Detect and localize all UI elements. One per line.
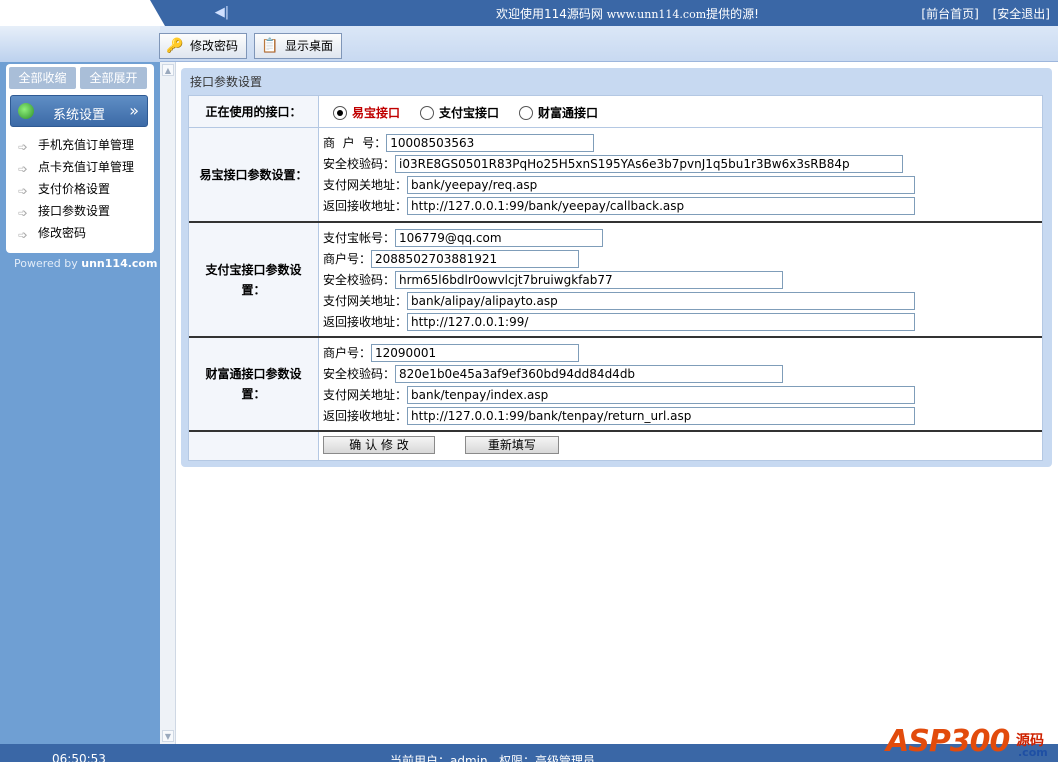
yeepay-gateway-input[interactable] — [407, 175, 916, 194]
tenpay-gateway-input[interactable] — [407, 385, 916, 404]
field-label: 返回接收地址： — [323, 315, 408, 329]
sidebar-toggle-icon[interactable]: ◀| — [212, 4, 232, 22]
tab-label: 修改密码 — [190, 39, 239, 53]
radio-yeepay[interactable]: 易宝接口 — [333, 104, 400, 121]
system-settings-header[interactable]: 系统设置 » — [10, 95, 148, 127]
home-link[interactable]: [前台首页] — [921, 7, 978, 21]
field-label: 商户号： — [323, 252, 372, 266]
vertical-scrollbar[interactable]: ▲ ▼ — [160, 62, 176, 744]
alipay-settings-row: 支付宝接口参数设置： 支付宝帐号： 商户号： 安全校验码： 支付网关地址： 返回… — [189, 221, 1042, 336]
reset-button[interactable]: 重新填写 — [464, 436, 559, 454]
tenpay-merchant-input[interactable] — [371, 343, 580, 362]
alipay-merchant-input[interactable] — [371, 249, 580, 268]
double-chevron-icon: » — [129, 101, 139, 120]
collapse-all-button[interactable]: 全部收缩 — [9, 67, 76, 89]
alipay-callback-input[interactable] — [407, 312, 916, 331]
logout-link[interactable]: [安全退出] — [993, 7, 1050, 21]
arrow-icon: ➩ — [18, 228, 29, 242]
yeepay-callback-input[interactable] — [407, 196, 916, 215]
clock: 06:50:53 — [52, 752, 106, 762]
radio-dot — [519, 105, 534, 120]
current-user-info: 当前用户：admin 权限：高级管理员 — [390, 754, 596, 762]
watermark-brand: ASP300 — [886, 724, 1010, 759]
logo-area — [0, 0, 165, 26]
field-label: 支付网关地址： — [323, 294, 408, 308]
yeepay-section-label: 易宝接口参数设置： — [189, 128, 319, 221]
tenpay-callback-input[interactable] — [407, 406, 916, 425]
sidebar-item-interface-settings[interactable]: ➩ 接口参数设置 — [18, 202, 110, 220]
sidebar-item-card-orders[interactable]: ➩ 点卡充值订单管理 — [18, 158, 134, 176]
active-interface-label: 正在使用的接口： — [189, 96, 319, 127]
yeepay-merchant-input[interactable] — [386, 133, 595, 152]
sidebar-item-label: 支付价格设置 — [38, 182, 111, 196]
globe-icon — [18, 103, 34, 119]
field-label: 安全校验码： — [323, 273, 396, 287]
sidebar-item-price-settings[interactable]: ➩ 支付价格设置 — [18, 180, 110, 198]
sidebar-item-label: 点卡充值订单管理 — [38, 160, 135, 174]
alipay-section-label: 支付宝接口参数设置： — [189, 223, 319, 336]
radio-alipay[interactable]: 支付宝接口 — [420, 104, 499, 121]
change-password-tab[interactable]: 🔑 修改密码 — [159, 33, 248, 59]
tenpay-settings-row: 财富通接口参数设置： 商户号： 安全校验码： 支付网关地址： 返回接收地址： — [189, 336, 1042, 430]
sidebar-item-label: 修改密码 — [38, 226, 87, 240]
field-label: 返回接收地址： — [323, 409, 408, 423]
tenpay-secret-input[interactable] — [395, 364, 784, 383]
section-title: 系统设置 — [53, 108, 106, 123]
alipay-gateway-input[interactable] — [407, 291, 916, 310]
welcome-text: 欢迎使用114源码网 www.unn114.com提供的源! — [496, 7, 759, 21]
radio-dot — [333, 105, 347, 120]
key-icon: 🔑 — [166, 38, 184, 54]
interface-settings-form: 正在使用的接口： 易宝接口 支付宝接口 财富通接口 易宝接口参数设置： 商 户 … — [188, 95, 1043, 461]
alipay-account-input[interactable] — [395, 228, 604, 247]
field-label: 商户号： — [323, 346, 372, 360]
active-interface-row: 正在使用的接口： 易宝接口 支付宝接口 财富通接口 — [189, 96, 1042, 127]
field-label: 安全校验码： — [323, 367, 396, 381]
field-label: 支付网关地址： — [323, 388, 408, 402]
field-label: 安全校验码： — [323, 157, 396, 171]
sidebar-item-mobile-orders[interactable]: ➩ 手机充值订单管理 — [18, 136, 134, 154]
sidebar-item-label: 接口参数设置 — [38, 204, 111, 218]
action-row: 确 认 修 改 重新填写 — [189, 430, 1042, 460]
field-label: 返回接收地址： — [323, 199, 408, 213]
tab-label: 显示桌面 — [285, 39, 334, 53]
arrow-icon: ➩ — [18, 184, 29, 198]
action-row-label — [189, 432, 319, 460]
tenpay-section-label: 财富通接口参数设置： — [189, 338, 319, 430]
toolbar-left — [0, 26, 160, 62]
powered-by: Powered by unn114.com — [14, 257, 158, 270]
yeepay-secret-input[interactable] — [395, 154, 904, 173]
field-label: 支付宝帐号： — [323, 231, 396, 245]
sidebar-item-label: 手机充值订单管理 — [38, 138, 135, 152]
arrow-icon: ➩ — [18, 162, 29, 176]
radio-dot — [420, 105, 435, 120]
alipay-secret-input[interactable] — [395, 270, 784, 289]
submit-button[interactable]: 确 认 修 改 — [323, 436, 435, 454]
scroll-down-icon[interactable]: ▼ — [162, 730, 174, 742]
watermark-site: .com — [1018, 746, 1048, 759]
arrow-icon: ➩ — [18, 140, 29, 154]
expand-all-button[interactable]: 全部展开 — [80, 67, 147, 89]
desktop-icon: 📋 — [261, 38, 279, 54]
radio-tenpay[interactable]: 财富通接口 — [519, 104, 598, 121]
sidebar-item-change-password[interactable]: ➩ 修改密码 — [18, 224, 86, 242]
arrow-icon: ➩ — [18, 206, 29, 220]
field-label: 商 户 号： — [323, 136, 387, 150]
show-desktop-tab[interactable]: 📋 显示桌面 — [254, 33, 343, 59]
watermark-logo: ASP300 源码 .com — [886, 712, 1056, 762]
panel-title: 接口参数设置 — [190, 75, 263, 89]
field-label: 支付网关地址： — [323, 178, 408, 192]
top-links: [前台首页] [安全退出] — [911, 5, 1050, 22]
scroll-up-icon[interactable]: ▲ — [162, 64, 174, 76]
yeepay-settings-row: 易宝接口参数设置： 商 户 号： 安全校验码： 支付网关地址： 返回接收地址： — [189, 127, 1042, 221]
